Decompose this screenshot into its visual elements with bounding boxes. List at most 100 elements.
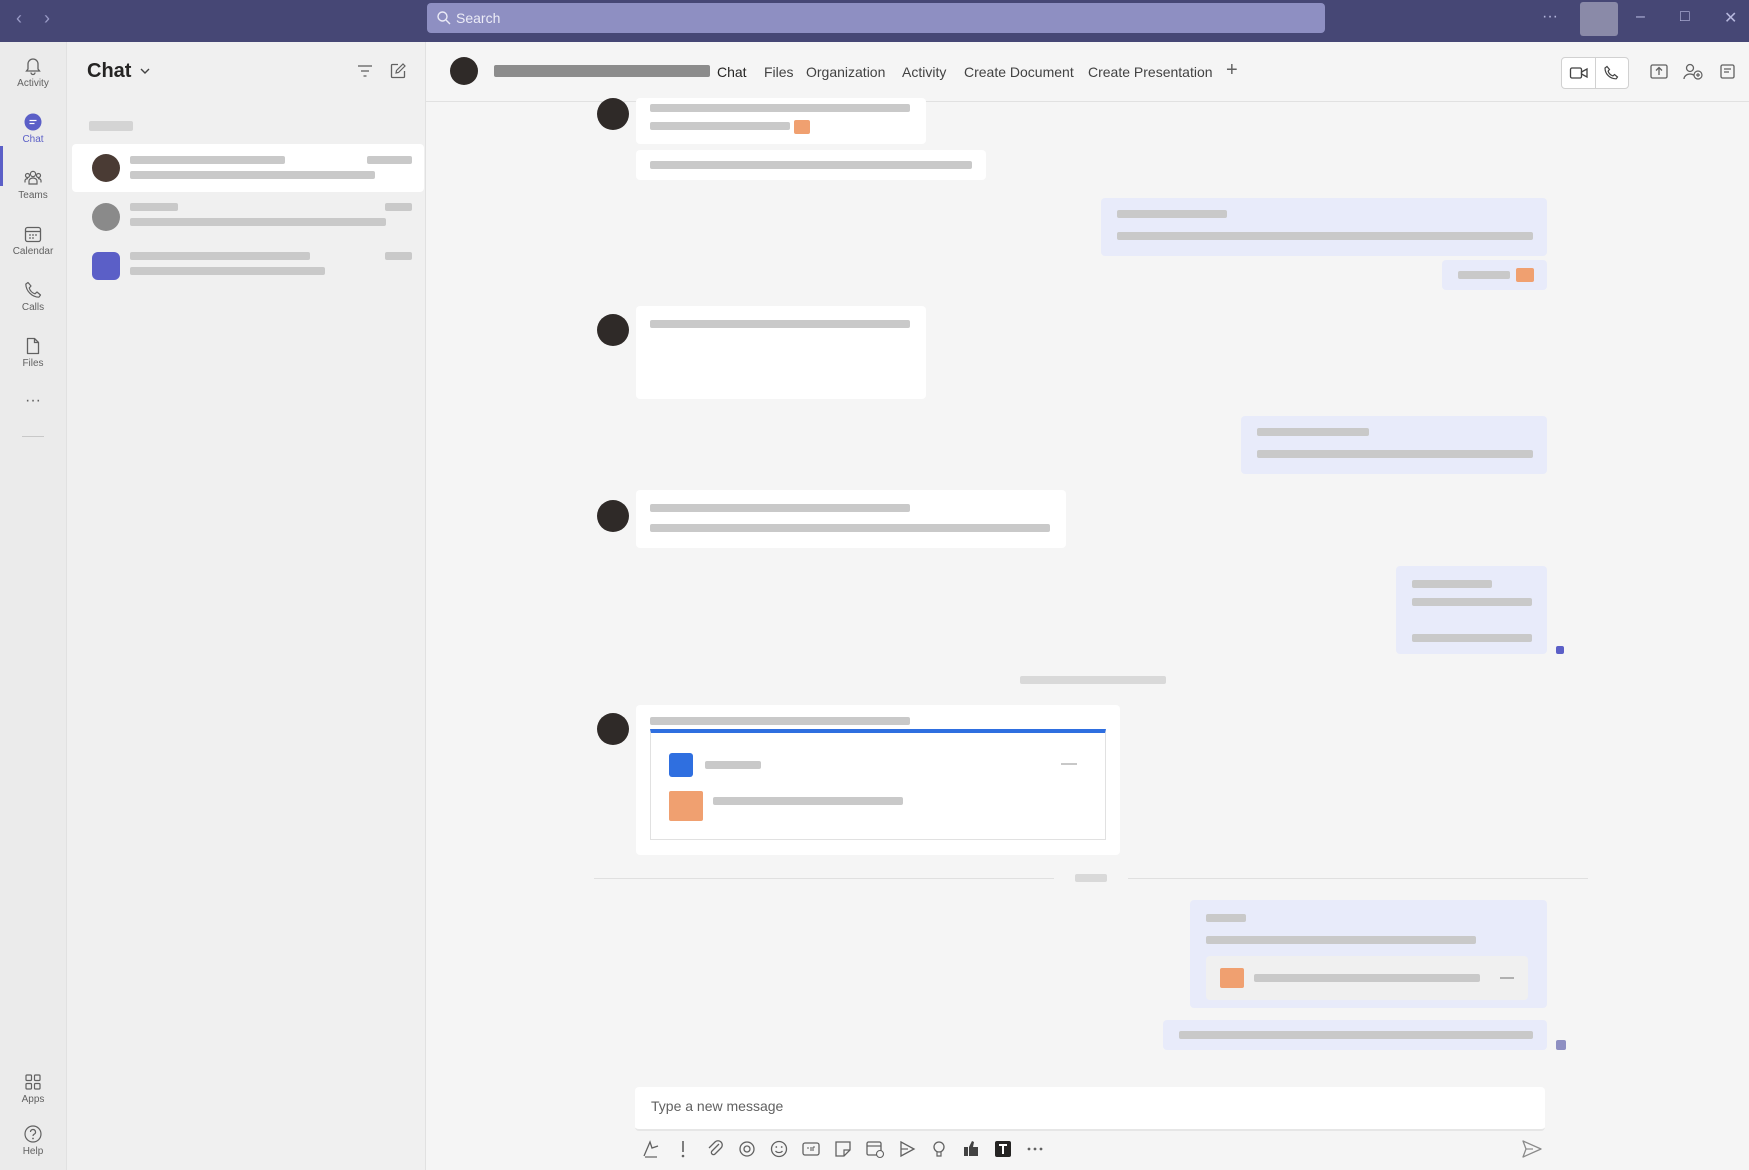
tab-organization[interactable]: Organization (806, 64, 885, 80)
message-bubble[interactable] (636, 98, 926, 144)
redacted-text (130, 252, 310, 260)
close-window-button[interactable]: ✕ (1724, 8, 1737, 28)
chat-list-item[interactable] (72, 193, 424, 241)
redacted-text (650, 161, 972, 169)
tab-create-document[interactable]: Create Document (964, 64, 1074, 80)
chevron-down-icon[interactable] (139, 66, 151, 76)
my-message-bubble[interactable] (1101, 198, 1547, 256)
maximize-button[interactable]: □ (1680, 8, 1690, 26)
send-icon[interactable] (1520, 1138, 1544, 1160)
popout-chat-icon[interactable] (1712, 58, 1742, 86)
rail-item-apps[interactable]: Apps (0, 1064, 66, 1116)
back-button[interactable]: ‹ (8, 8, 30, 29)
redacted-text (1257, 450, 1533, 458)
date-divider (1020, 676, 1166, 684)
more-options-button[interactable]: ··· (1542, 8, 1558, 26)
tab-activity[interactable]: Activity (902, 64, 946, 80)
my-message-bubble[interactable] (1163, 1020, 1547, 1050)
stream-icon[interactable] (896, 1138, 918, 1160)
rail-item-files[interactable]: Files (0, 328, 66, 380)
my-message-bubble[interactable] (1396, 566, 1547, 654)
share-screen-icon[interactable] (1644, 58, 1674, 86)
redacted-text (713, 797, 903, 805)
more-options-icon[interactable] (1024, 1138, 1046, 1160)
file-attachment[interactable] (1206, 956, 1528, 1000)
rail-item-calendar[interactable]: Calendar (0, 216, 66, 268)
adaptive-card[interactable] (650, 729, 1106, 840)
forward-button[interactable]: › (36, 8, 58, 29)
avatar (597, 314, 629, 346)
my-message-bubble[interactable] (1241, 416, 1547, 474)
rail-label: Help (22, 1146, 44, 1157)
message-bubble[interactable] (636, 705, 1120, 855)
format-icon[interactable] (640, 1138, 662, 1160)
rail-label: Calendar (12, 246, 54, 257)
tab-create-presentation[interactable]: Create Presentation (1088, 64, 1213, 80)
more-icon[interactable] (1500, 977, 1514, 979)
message-input[interactable] (649, 1097, 1513, 1115)
rail-item-teams[interactable]: Teams (0, 160, 66, 212)
conversation-header: Chat Files Organization Activity Create … (426, 42, 1749, 102)
chat-list-title[interactable]: Chat (87, 60, 131, 83)
redacted-text (130, 171, 375, 179)
call-buttons-group (1561, 57, 1629, 89)
read-receipt-icon (1556, 1040, 1566, 1050)
filter-icon[interactable] (357, 64, 373, 78)
avatar (450, 57, 478, 85)
chat-group-label (89, 121, 133, 131)
video-call-icon[interactable] (1569, 65, 1589, 81)
help-icon (24, 1125, 42, 1143)
message-composer[interactable] (635, 1087, 1545, 1131)
redacted-text (367, 156, 412, 164)
redacted-text (130, 218, 386, 226)
attach-icon[interactable] (704, 1138, 726, 1160)
divider (1128, 878, 1588, 879)
message-bubble[interactable] (636, 490, 1066, 548)
message-bubble[interactable] (636, 150, 986, 180)
rail-item-help[interactable]: Help (0, 1116, 66, 1168)
audio-call-icon[interactable] (1603, 65, 1619, 81)
schedule-meeting-icon[interactable] (864, 1138, 886, 1160)
message-bubble[interactable] (636, 306, 926, 399)
app-t-icon[interactable] (992, 1138, 1014, 1160)
chat-list-item[interactable] (72, 242, 424, 290)
redacted-text (1254, 974, 1480, 982)
praise-icon[interactable] (928, 1138, 950, 1160)
search-icon (437, 11, 451, 25)
tab-files[interactable]: Files (764, 64, 794, 80)
gif-icon[interactable] (800, 1138, 822, 1160)
rail-item-chat[interactable]: Chat (0, 104, 66, 156)
title-bar: ‹ › Search ··· – □ ✕ (0, 0, 1749, 42)
sticker-icon[interactable] (832, 1138, 854, 1160)
my-message-bubble[interactable] (1190, 900, 1547, 1008)
add-people-icon[interactable] (1678, 58, 1708, 86)
rail-label: Calls (21, 302, 45, 313)
approvals-icon[interactable] (960, 1138, 982, 1160)
avatar (597, 500, 629, 532)
divider (594, 878, 1054, 879)
redacted-text (1206, 914, 1246, 922)
divider (1595, 58, 1596, 88)
phone-icon (25, 281, 42, 298)
search-input[interactable]: Search (427, 3, 1325, 33)
rail-item-calls[interactable]: Calls (0, 272, 66, 324)
redacted-text (1412, 634, 1532, 642)
minimize-button[interactable]: – (1636, 8, 1645, 26)
new-chat-icon[interactable] (389, 62, 407, 80)
rail-more-button[interactable]: ··· (0, 392, 66, 410)
chat-list-item[interactable] (72, 144, 424, 192)
priority-icon[interactable] (672, 1138, 694, 1160)
redacted-text (1206, 936, 1476, 944)
tab-chat[interactable]: Chat (717, 64, 747, 80)
add-tab-button[interactable]: + (1226, 59, 1238, 82)
my-message-bubble[interactable] (1442, 260, 1547, 290)
rail-item-activity[interactable]: Activity (0, 48, 66, 100)
redacted-text (1412, 580, 1492, 588)
profile-avatar[interactable] (1580, 2, 1618, 36)
chat-icon (24, 113, 42, 131)
loop-icon[interactable] (736, 1138, 758, 1160)
emoji-icon (1516, 268, 1534, 282)
more-icon[interactable] (1061, 763, 1077, 765)
rail-label: Teams (18, 190, 48, 201)
emoji-picker-icon[interactable] (768, 1138, 790, 1160)
